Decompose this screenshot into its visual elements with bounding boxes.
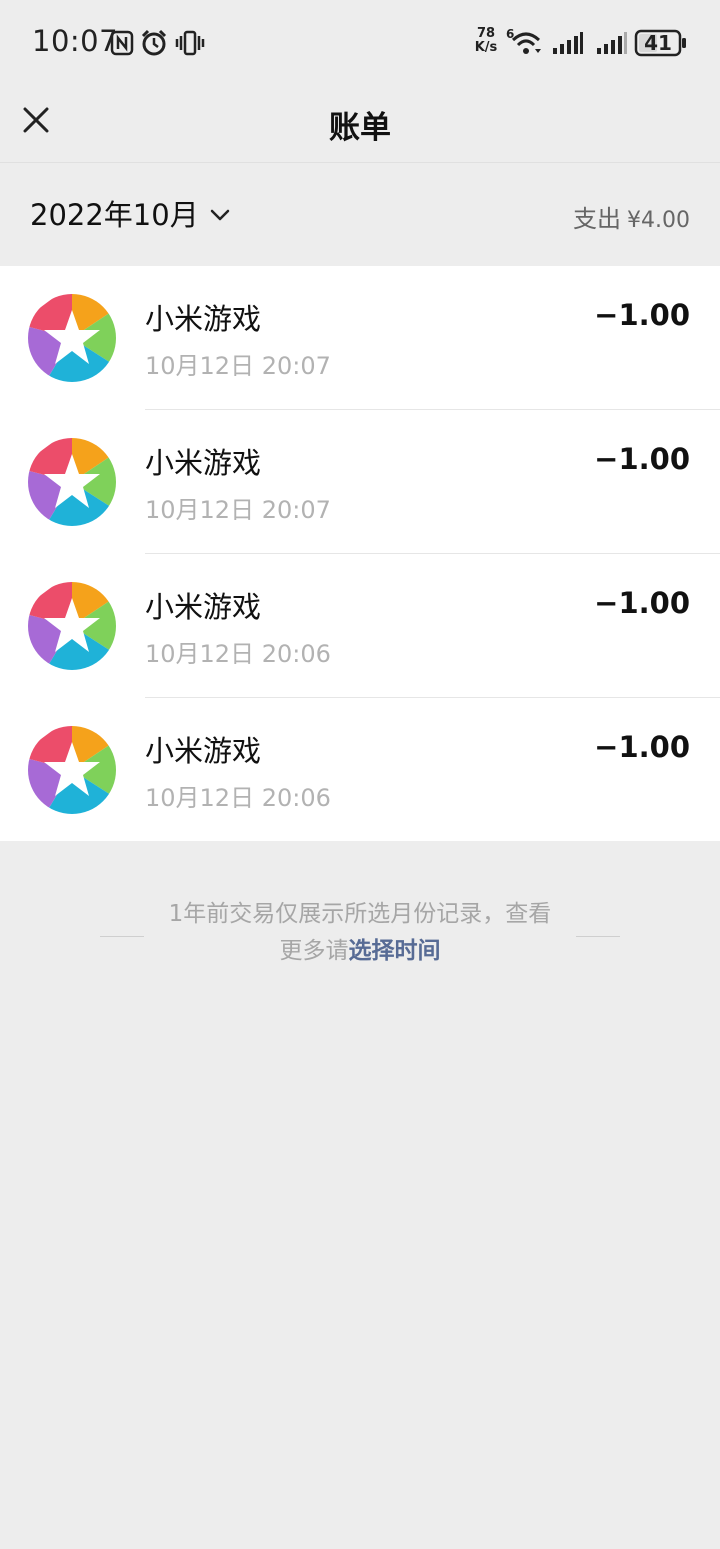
expense-amount: ¥4.00 [627,208,690,233]
xiaomi-game-logo-icon [28,438,116,526]
transaction-row[interactable]: 小米游戏 10月12日 20:06 −1.00 [0,554,720,698]
navigation-bar: 账单 [0,86,720,163]
transaction-list: 小米游戏 10月12日 20:07 −1.00 小米游戏 10月12日 20:0… [0,266,720,841]
transaction-row[interactable]: 小米游戏 10月12日 20:07 −1.00 [0,410,720,554]
transaction-time: 10月12日 20:06 [145,784,331,812]
transaction-time: 10月12日 20:06 [145,640,331,668]
wifi-icon [511,32,541,54]
expense-total: 支出 ¥4.00 [573,199,690,234]
xiaomi-game-logo-icon [28,582,116,670]
transaction-row[interactable]: 小米游戏 10月12日 20:07 −1.00 [0,266,720,410]
merchant-name: 小米游戏 [145,302,262,336]
month-picker[interactable]: 2022年10月 [30,193,231,233]
transaction-row[interactable]: 小米游戏 10月12日 20:06 −1.00 [0,698,720,842]
battery-level: 41 [644,31,672,55]
note-left-rule [100,936,144,937]
merchant-name: 小米游戏 [145,446,262,480]
transaction-amount: −1.00 [594,586,690,620]
page-title: 账单 [329,110,391,146]
history-note: 1年前交易仅展示所选月份记录，查看更多请选择时间 [0,896,720,976]
merchant-name: 小米游戏 [145,734,262,768]
signal-icon [553,32,583,54]
select-time-link[interactable]: 选择时间 [349,938,441,964]
month-label: 2022年10月 [30,198,199,232]
status-bar: 10:07 78 K/s 6 41 [0,0,720,86]
signal-icon [597,32,627,54]
note-text-block: 1年前交易仅展示所选月份记录，查看更多请选择时间 [160,896,560,970]
xiaomi-game-logo-icon [28,726,116,814]
nfc-icon [110,30,134,56]
xiaomi-game-logo-icon [28,294,116,382]
transaction-time: 10月12日 20:07 [145,496,331,524]
net-speed-value: 78 [476,26,496,41]
vibrate-icon [175,30,205,56]
merchant-name: 小米游戏 [145,590,262,624]
net-speed-unit: K/s [474,40,498,55]
transaction-amount: −1.00 [594,298,690,332]
transaction-amount: −1.00 [594,730,690,764]
transaction-amount: −1.00 [594,442,690,476]
alarm-icon [141,29,167,56]
chevron-down-icon [210,209,229,221]
transaction-time: 10月12日 20:07 [145,352,331,380]
net-speed: 78 K/s [472,27,500,55]
status-time: 10:07 [32,24,119,58]
expense-label: 支出 [573,205,622,233]
month-summary: 2022年10月 支出 ¥4.00 [0,163,720,266]
note-right-rule [576,936,620,937]
